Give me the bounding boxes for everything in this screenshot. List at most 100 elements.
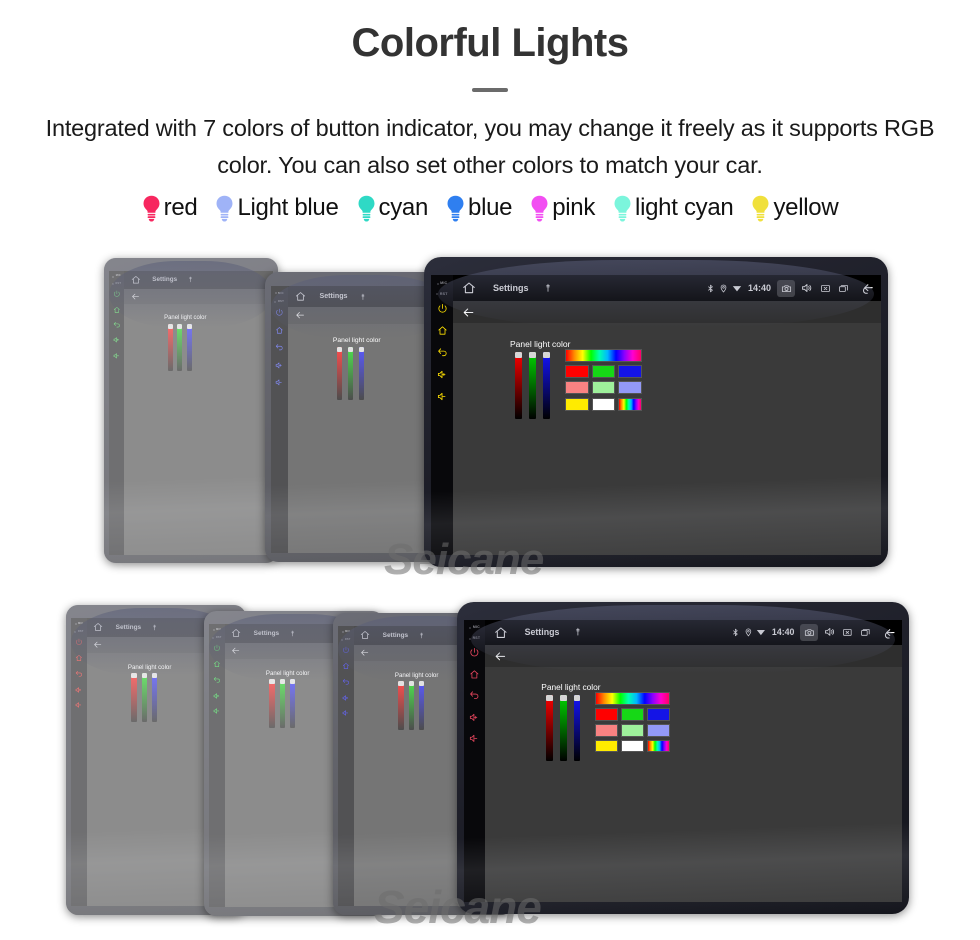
swatch-yellow[interactable] — [565, 397, 589, 411]
hardkey-back[interactable] — [213, 676, 221, 684]
swatch-rainbow[interactable] — [647, 739, 671, 753]
action-back-button[interactable] — [360, 648, 369, 657]
slider-knob[interactable] — [336, 347, 343, 352]
slider-knob[interactable] — [269, 679, 275, 684]
swatch-red[interactable] — [565, 365, 589, 379]
slider-green-channel[interactable] — [559, 695, 567, 761]
device-top-1[interactable]: MIC RST Settings Panel light color — [104, 258, 278, 563]
hardkey-power[interactable] — [275, 308, 284, 317]
hardkey-power[interactable] — [469, 647, 480, 658]
hardkey-power[interactable] — [342, 646, 350, 654]
status-home-button[interactable] — [131, 275, 141, 285]
hardkey-volume-up[interactable] — [275, 361, 284, 370]
hardkey-volume-up[interactable] — [469, 712, 480, 723]
slider-knob[interactable] — [167, 324, 173, 329]
slider-knob[interactable] — [347, 347, 354, 352]
slider-blue-channel[interactable] — [187, 324, 193, 372]
status-home-button[interactable] — [360, 630, 370, 640]
slider-red-channel[interactable] — [167, 324, 173, 372]
status-mic-button[interactable] — [543, 283, 553, 293]
hue-spectrum[interactable] — [595, 692, 671, 705]
hardkey-volume-down[interactable] — [275, 378, 284, 387]
hardkey-volume-up[interactable] — [342, 694, 350, 702]
hardkey-volume-down[interactable] — [437, 391, 448, 402]
hardkey-volume-down[interactable] — [342, 709, 350, 717]
hardkey-volume-up[interactable] — [437, 369, 448, 380]
status-mic-button[interactable] — [359, 293, 367, 301]
slider-blue-channel[interactable] — [573, 695, 581, 761]
swatch-light-red[interactable] — [565, 381, 589, 395]
slider-knob[interactable] — [141, 673, 147, 678]
hardkey-home[interactable] — [342, 662, 350, 670]
hardkey-power[interactable] — [437, 303, 448, 314]
status-home-button[interactable] — [494, 626, 508, 640]
camera-button[interactable] — [777, 279, 795, 297]
swatch-yellow[interactable] — [595, 739, 619, 753]
recents-button[interactable] — [838, 283, 849, 294]
swatch-green[interactable] — [621, 707, 645, 721]
back-button[interactable] — [882, 626, 896, 640]
volume-button[interactable] — [801, 282, 813, 294]
slider-blue-channel[interactable] — [543, 352, 550, 419]
rst-indicator[interactable]: RST — [212, 636, 221, 640]
volume-button[interactable] — [824, 626, 836, 638]
hardkey-back[interactable] — [275, 343, 284, 352]
swatch-blue[interactable] — [647, 707, 671, 721]
hardkey-back[interactable] — [469, 690, 480, 701]
hardkey-power[interactable] — [113, 290, 121, 298]
slider-green-channel[interactable] — [177, 324, 183, 372]
device-bottom-4[interactable]: MIC RST Settings 14:40 Panel light color — [457, 602, 909, 914]
action-back-button[interactable] — [462, 306, 475, 319]
hardkey-volume-up[interactable] — [75, 686, 83, 694]
hardkey-power[interactable] — [75, 638, 83, 646]
status-mic-button[interactable] — [151, 624, 158, 631]
rst-indicator[interactable]: RST — [112, 282, 121, 286]
slider-green-channel[interactable] — [141, 673, 147, 722]
slider-knob[interactable] — [398, 681, 404, 686]
hardkey-home[interactable] — [469, 669, 480, 680]
slider-knob[interactable] — [279, 679, 285, 684]
hardkey-back[interactable] — [113, 321, 121, 329]
swatch-white[interactable] — [591, 397, 616, 411]
slider-knob[interactable] — [289, 679, 295, 684]
slider-knob[interactable] — [358, 347, 365, 352]
slider-knob[interactable] — [546, 695, 554, 701]
swatch-blue[interactable] — [618, 365, 642, 379]
hardkey-back[interactable] — [75, 670, 83, 678]
hardkey-volume-up[interactable] — [113, 336, 121, 344]
swatch-red[interactable] — [595, 707, 619, 721]
hardkey-home[interactable] — [275, 326, 284, 335]
hardkey-home[interactable] — [75, 654, 83, 662]
status-mic-button[interactable] — [187, 276, 194, 283]
slider-knob[interactable] — [559, 695, 567, 701]
swatch-rainbow[interactable] — [618, 397, 642, 411]
slider-green-channel[interactable] — [529, 352, 536, 419]
slider-red-channel[interactable] — [398, 681, 404, 730]
hardkey-home[interactable] — [113, 306, 121, 314]
slider-knob[interactable] — [418, 681, 424, 686]
rst-indicator[interactable]: RST — [469, 636, 480, 641]
hardkey-home[interactable] — [437, 325, 448, 336]
camera-button[interactable] — [800, 624, 818, 641]
hardkey-back[interactable] — [437, 347, 448, 358]
status-home-button[interactable] — [93, 622, 103, 632]
swatch-light-red[interactable] — [595, 723, 619, 737]
rst-indicator[interactable]: RST — [274, 300, 284, 303]
slider-red-channel[interactable] — [515, 352, 522, 419]
slider-knob[interactable] — [177, 324, 183, 329]
action-back-button[interactable] — [295, 310, 305, 320]
swatch-light-green[interactable] — [621, 723, 645, 737]
action-back-button[interactable] — [231, 646, 240, 655]
hardkey-volume-down[interactable] — [113, 352, 121, 360]
slider-red-channel[interactable] — [131, 673, 137, 722]
hardkey-power[interactable] — [213, 644, 221, 652]
back-button[interactable] — [860, 281, 874, 295]
swatch-light-blue[interactable] — [618, 381, 642, 395]
slider-blue-channel[interactable] — [418, 681, 424, 730]
action-back-button[interactable] — [131, 292, 140, 301]
slider-knob[interactable] — [408, 681, 414, 686]
slider-red-channel[interactable] — [546, 695, 554, 761]
slider-green-channel[interactable] — [408, 681, 414, 730]
slider-knob[interactable] — [543, 352, 550, 358]
slider-blue-channel[interactable] — [151, 673, 157, 722]
